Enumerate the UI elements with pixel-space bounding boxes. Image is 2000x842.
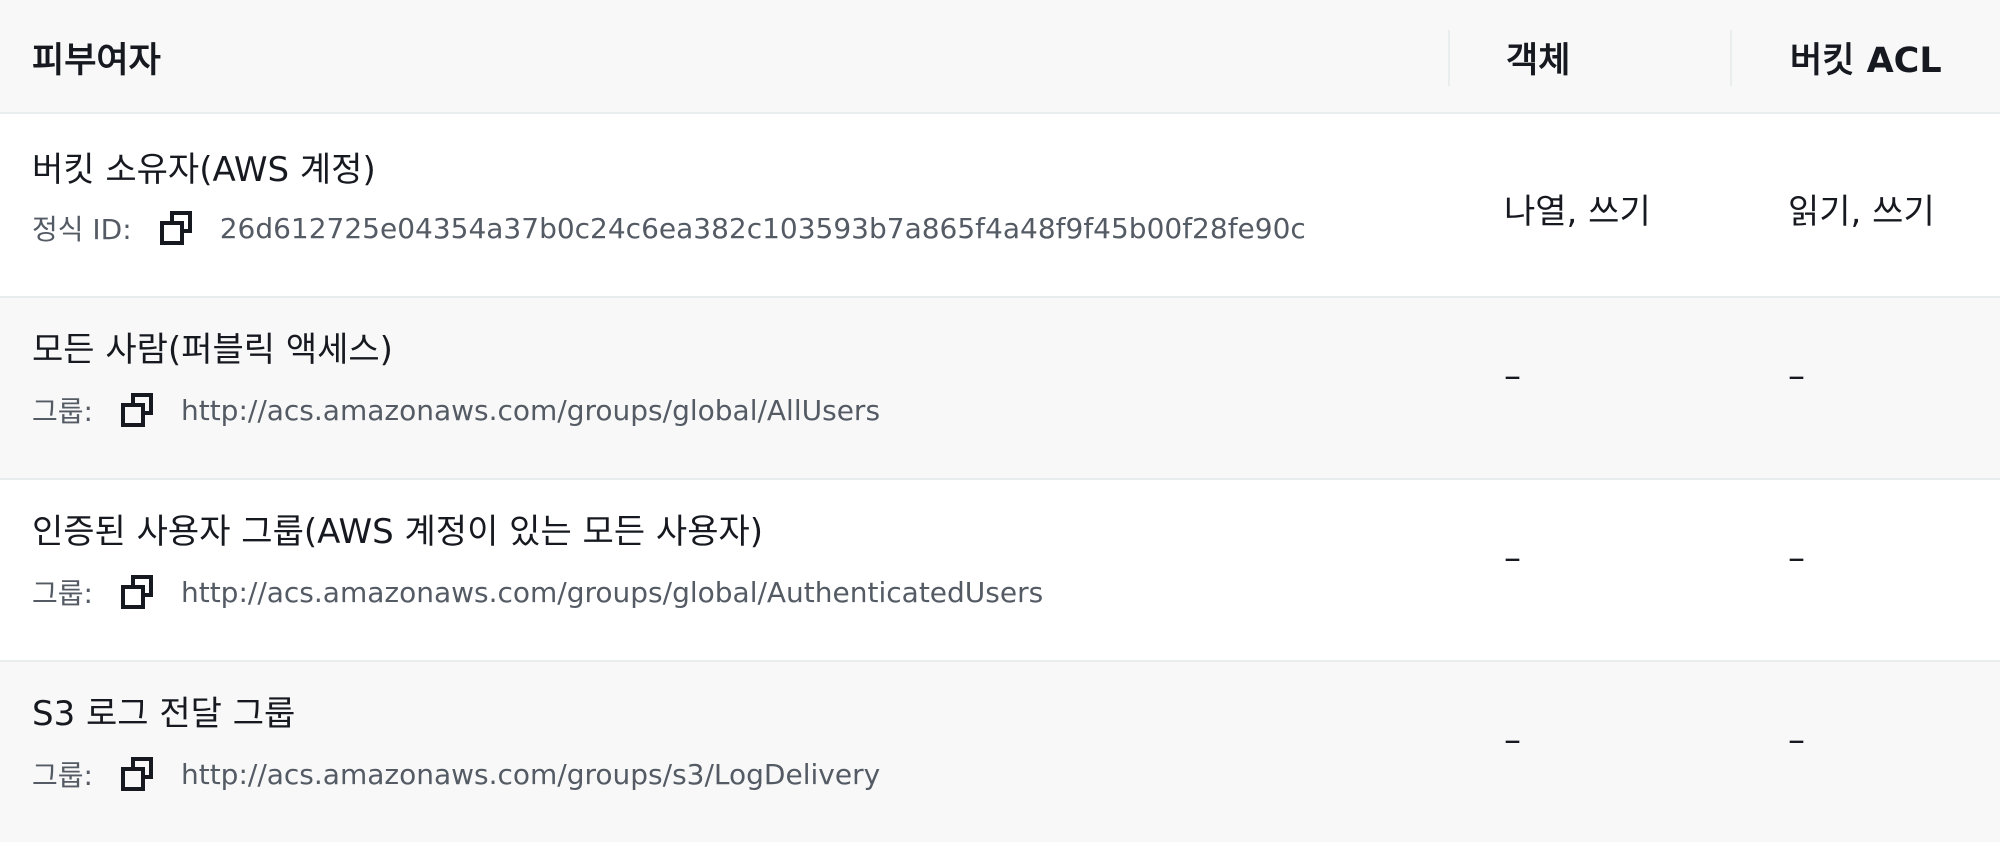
bucket-acl-permission: – [1788,356,1805,396]
grantee-name: 인증된 사용자 그룹(AWS 계정이 있는 모든 사용자) [32,512,764,552]
id-label: 정식 ID: [32,213,132,246]
grantee-id-line: 그룹: http://acs.amazonaws.com/groups/s3/L… [32,754,880,794]
id-label: 그룹: [32,759,93,792]
column-header-bucket-acl: 버킷 ACL [1790,40,1942,81]
group-uri-value: http://acs.amazonaws.com/groups/s3/LogDe… [180,757,881,791]
id-label: 그룹: [32,395,93,428]
bucket-acl-permission: 읽기, 쓰기 [1788,192,1935,232]
table-row: 모든 사람(퍼블릭 액세스) 그룹: http://acs.amazonaws.… [0,298,2000,480]
bucket-acl-permission: – [1788,720,1805,760]
copy-icon[interactable] [120,575,155,609]
grantee-id-line: 그룹: http://acs.amazonaws.com/groups/glob… [32,572,1043,612]
table-row: 버킷 소유자(AWS 계정) 정식 ID: 26d612725e04354a37… [0,114,2000,298]
column-divider [1448,30,1450,86]
object-permission: – [1504,720,1521,760]
column-header-object: 객체 [1506,40,1571,81]
grantee-name: 버킷 소유자(AWS 계정) [32,150,376,190]
grantee-name: 모든 사람(퍼블릭 액세스) [32,330,393,370]
copy-icon[interactable] [159,211,194,245]
group-uri-value: http://acs.amazonaws.com/groups/global/A… [180,393,881,427]
table-row: 인증된 사용자 그룹(AWS 계정이 있는 모든 사용자) 그룹: http:/… [0,480,2000,662]
column-header-grantee: 피부여자 [32,40,161,81]
copy-icon[interactable] [120,393,155,427]
object-permission: – [1504,356,1521,396]
object-permission: 나열, 쓰기 [1504,192,1651,232]
grantee-name: S3 로그 전달 그룹 [32,694,296,734]
permissions-table: 피부여자 객체 버킷 ACL 버킷 소유자(AWS 계정) 정식 ID: 26d… [0,0,2000,842]
grantee-id-line: 그룹: http://acs.amazonaws.com/groups/glob… [32,390,880,430]
object-permission: – [1504,538,1521,578]
bucket-acl-permission: – [1788,538,1805,578]
table-row: S3 로그 전달 그룹 그룹: http://acs.amazonaws.com… [0,662,2000,842]
table-header: 피부여자 객체 버킷 ACL [0,0,2000,114]
group-uri-value: http://acs.amazonaws.com/groups/global/A… [180,575,1044,609]
column-divider [1730,30,1732,86]
canonical-id-value: 26d612725e04354a37b0c24c6ea382c103593b7a… [219,211,1306,245]
id-label: 그룹: [32,577,93,610]
copy-icon[interactable] [120,757,155,791]
grantee-id-line: 정식 ID: 26d612725e04354a37b0c24c6ea382c10… [32,208,1306,248]
